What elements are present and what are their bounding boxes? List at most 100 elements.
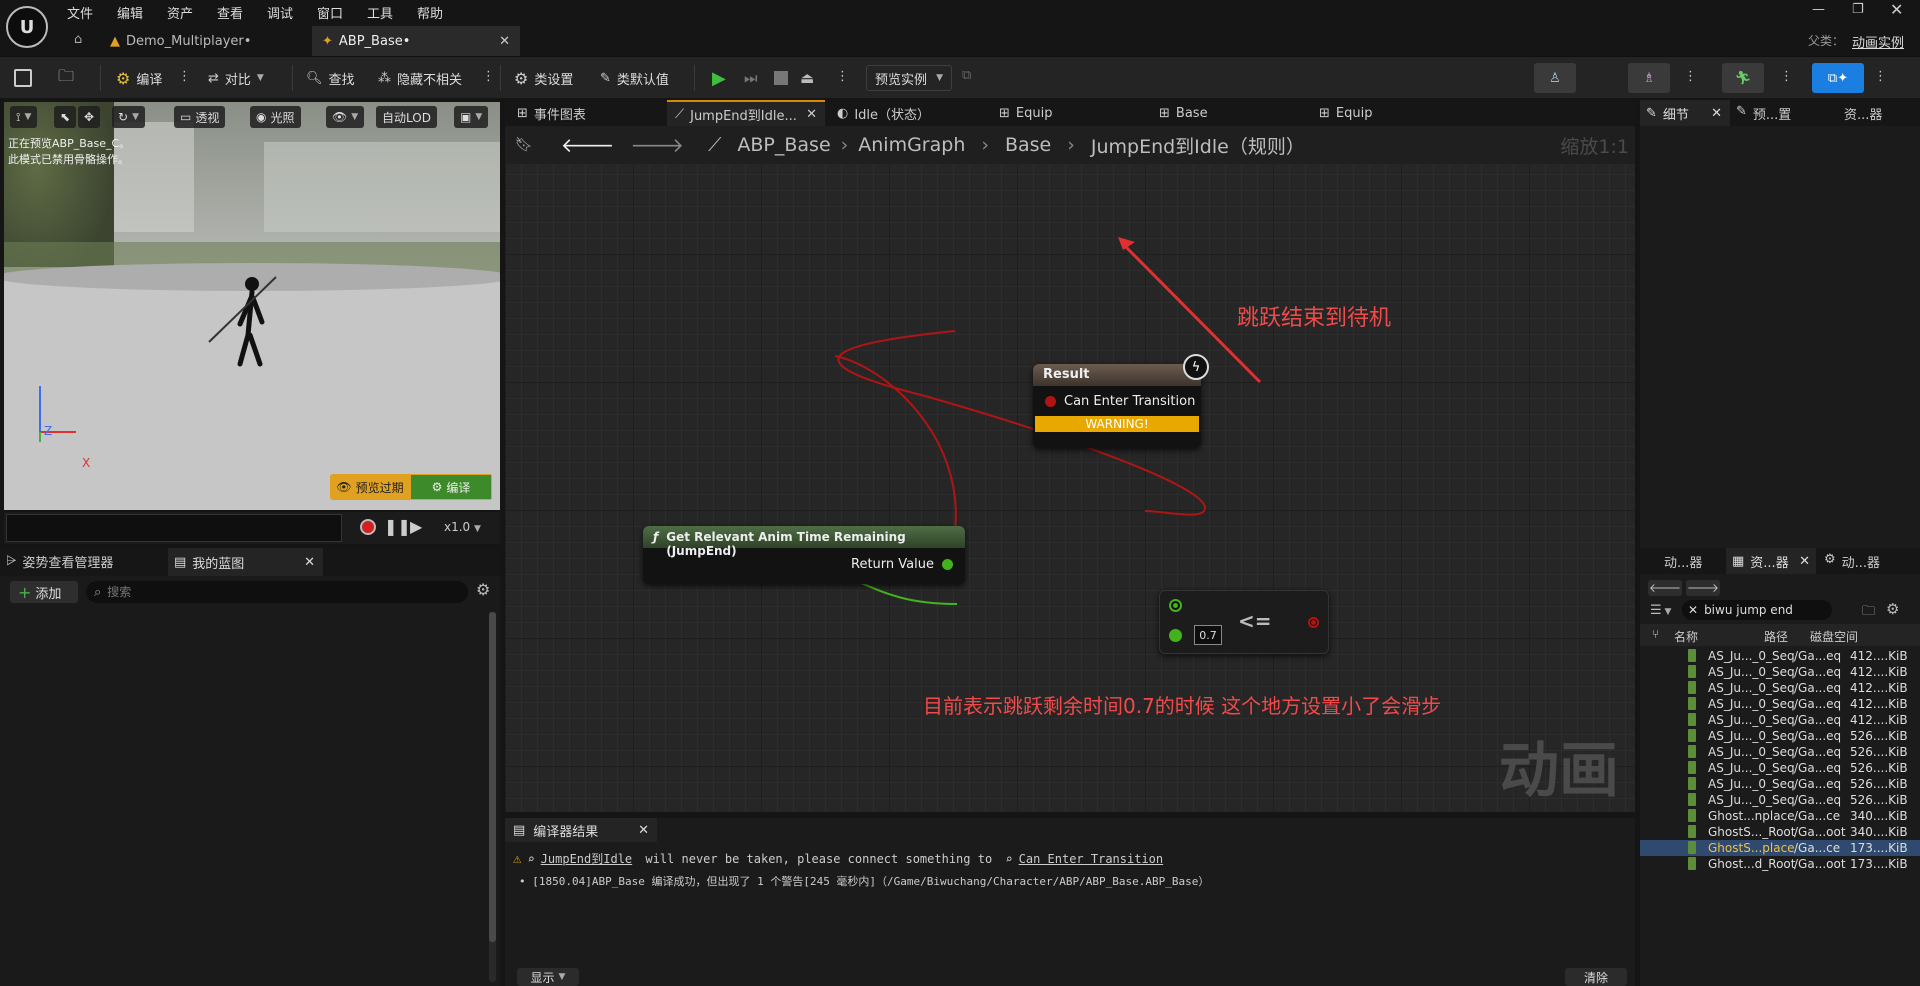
save-button[interactable] <box>14 63 32 93</box>
rotate-mode-button[interactable]: ↻ ▼ <box>112 106 145 128</box>
show-dropdown[interactable]: 显示 ▼ <box>517 968 579 986</box>
asset-row[interactable]: AS_Ju..._0_Seq /Ga...eq 412....KiB <box>1640 648 1920 664</box>
asset-row[interactable]: AS_Ju..._0_Seq /Ga...eq 412....KiB <box>1640 664 1920 680</box>
compare-value-field[interactable] <box>1194 625 1222 645</box>
tab-details[interactable]: ✎ 细节 ✕ <box>1640 100 1730 126</box>
stop-button[interactable] <box>774 63 788 93</box>
folder-icon[interactable]: 🗀 <box>1862 602 1875 624</box>
close-window-button[interactable]: ✕ <box>1890 0 1903 19</box>
unreal-logo-icon[interactable]: U <box>6 6 48 48</box>
tab-anim-panel[interactable]: 动...器 <box>1664 552 1702 571</box>
tab-my-blueprint[interactable]: ▤ 我的蓝图 ✕ <box>168 548 323 576</box>
warning-link-rule[interactable]: JumpEnd到Idle <box>541 850 632 867</box>
tab-asset-browser-top[interactable]: 资...器 <box>1844 104 1882 123</box>
close-icon[interactable]: ✕ <box>304 555 315 570</box>
history-back-button[interactable]: 🡐 <box>1648 580 1682 596</box>
close-icon[interactable]: ✕ <box>1799 554 1810 569</box>
playback-speed-dropdown[interactable]: x1.0 ▼ <box>444 520 481 534</box>
more-options-icon[interactable]: ⋮ <box>482 69 495 84</box>
eject-button[interactable]: ⏏ <box>800 63 814 93</box>
asset-row[interactable]: AS_Ju..._0_Seq /Ga...eq 412....KiB <box>1640 696 1920 712</box>
clear-search-icon[interactable]: ✕ <box>1688 603 1698 617</box>
mesh-mode-button[interactable]: ♗ <box>1628 63 1670 93</box>
browse-button[interactable]: 🗀 <box>58 63 74 93</box>
anim-options-icon[interactable]: ⋮ <box>1780 69 1793 84</box>
hide-unrelated-button[interactable]: ⁂ 隐藏不相关 <box>378 63 462 93</box>
input-pin-a[interactable] <box>1169 599 1182 612</box>
close-icon[interactable]: ✕ <box>1711 106 1722 121</box>
menu-view[interactable]: 查看 <box>217 3 243 22</box>
tab-demo-multiplayer[interactable]: ▲ Demo_Multiplayer• <box>100 26 310 56</box>
compare-node[interactable]: <= <box>1159 590 1329 654</box>
can-enter-transition-pin[interactable]: Can Enter Transition <box>1033 386 1201 416</box>
menu-debug[interactable]: 调试 <box>267 3 293 22</box>
animation-mode-button[interactable]: 🏃︎ <box>1722 63 1764 93</box>
class-defaults-button[interactable]: ✎ 类默认值 <box>600 63 669 93</box>
tab-event-graph[interactable]: ⊞ 事件图表 <box>509 100 594 126</box>
tab-compiler-results[interactable]: ▤ 编译器结果 ✕ <box>505 818 657 842</box>
class-settings-button[interactable]: ⚙ 类设置 <box>514 63 573 93</box>
menu-assets[interactable]: 资产 <box>167 3 193 22</box>
settings-gear-icon[interactable]: ⚙ <box>476 580 490 599</box>
parent-class-link[interactable]: 动画实例 <box>1852 32 1904 51</box>
asset-row[interactable]: AS_Ju..._0_Seq /Ga...eq 412....KiB <box>1640 712 1920 728</box>
play-button[interactable]: ▶ <box>712 63 726 93</box>
perspective-button[interactable]: ▭ 透视 <box>174 106 226 128</box>
close-icon[interactable]: ✕ <box>499 34 510 49</box>
tree-scrollbar[interactable] <box>489 612 496 982</box>
settings-gear-icon[interactable]: ⚙ <box>1886 600 1899 618</box>
asset-row[interactable]: AS_Ju..._0_Seq /Ga...eq 526....KiB <box>1640 744 1920 760</box>
asset-search[interactable]: ✕ <box>1682 600 1832 620</box>
tab-preview-settings[interactable]: ✎ 预...置 <box>1736 104 1791 123</box>
asset-row[interactable]: AS_Ju..._0_Seq /Ga...eq 412....KiB <box>1640 680 1920 696</box>
find-button[interactable]: 🔍︎ 查找 <box>306 63 355 93</box>
close-icon[interactable]: ✕ <box>806 107 817 122</box>
debug-filter-icon[interactable]: ⧉ <box>962 68 971 83</box>
tab-equip[interactable]: ⊞ Equip <box>991 100 1060 126</box>
menu-help[interactable]: 帮助 <box>417 3 443 22</box>
screen-button[interactable]: ▣ ▼ <box>454 106 489 128</box>
history-forward-button[interactable]: 🡒 <box>1686 580 1720 596</box>
record-button[interactable] <box>360 519 376 535</box>
asset-row[interactable]: AS_Ju..._0_Seq /Ga...eq 526....KiB <box>1640 776 1920 792</box>
column-path[interactable]: 路径 <box>1764 628 1788 645</box>
close-icon[interactable]: ✕ <box>638 823 649 838</box>
minimize-button[interactable]: — <box>1812 2 1825 17</box>
compile-button[interactable]: ⚙ 编译 <box>116 63 162 93</box>
skeleton-mode-button[interactable]: ♙ <box>1534 63 1576 93</box>
asset-row[interactable]: GhostS...place /Ga...ce 173....KiB <box>1640 840 1920 856</box>
menu-window[interactable]: 窗口 <box>317 3 343 22</box>
tab-abp-base[interactable]: ✦ ABP_Base• ✕ <box>312 26 520 56</box>
select-mode-button[interactable]: ⬉ <box>54 106 77 128</box>
compile-options-icon[interactable]: ⋮ <box>178 69 191 84</box>
tab-anim-panel-2[interactable]: ⚙ 动...器 <box>1824 552 1880 571</box>
tab-asset-browser[interactable]: ▦ 资...器 ✕ <box>1726 548 1816 574</box>
asset-row[interactable]: AS_Ju..._0_Seq /Ga...eq 526....KiB <box>1640 728 1920 744</box>
graph-canvas[interactable]: 🔖︎ 🡐 🡒 ⟋ ABP_Base › AnimGraph › Base › J… <box>505 126 1635 812</box>
diff-button[interactable]: ⇄ 对比 ▼ <box>208 63 264 93</box>
menu-edit[interactable]: 编辑 <box>117 3 143 22</box>
blueprint-search[interactable]: ⌕ <box>86 581 468 603</box>
clear-button[interactable]: 清除 <box>1565 968 1627 986</box>
preview-instance-dropdown[interactable]: 预览实例 ▼ <box>866 65 952 91</box>
asset-row[interactable]: Ghost...d_Root /Ga...oot 173....KiB <box>1640 856 1920 872</box>
auto-lod-button[interactable]: 自动LOD <box>376 106 437 128</box>
tab-idle-state[interactable]: ◐ Idle（状态） <box>829 100 938 126</box>
blueprint-mode-button[interactable]: ⧉✦ <box>1812 63 1864 93</box>
tab-equip-2[interactable]: ⊞ Equip <box>1311 100 1380 126</box>
tab-pose-watch[interactable]: ⩥ 姿势查看管理器 <box>6 552 113 571</box>
play-forward-button[interactable]: ▶ <box>410 517 422 536</box>
home-icon[interactable]: ⌂ <box>74 32 82 47</box>
search-input[interactable] <box>107 585 438 599</box>
preview-viewport[interactable]: ▼图表⊕▸⊞EventGraph▼动画图表▾🏃︎AnimGraph▾⊞Base◐… <box>4 102 500 510</box>
mesh-options-icon[interactable]: ⋮ <box>1684 69 1697 84</box>
step-button[interactable]: ⏭ <box>744 63 758 93</box>
get-relevant-anim-time-node[interactable]: ƒ Get Relevant Anim Time Remaining (JumpE… <box>643 526 965 584</box>
lit-button[interactable]: ◉ 光照 <box>250 106 301 128</box>
asset-row[interactable]: AS_Ju..._0_Seq /Ga...eq 526....KiB <box>1640 760 1920 776</box>
asset-row[interactable]: GhostS..._Root /Ga...oot 340....KiB <box>1640 824 1920 840</box>
result-node[interactable]: Result Can Enter Transition WARNING! <box>1033 364 1201 448</box>
restore-button[interactable]: ❐ <box>1852 2 1864 17</box>
tab-base[interactable]: ⊞ Base <box>1151 100 1216 126</box>
asset-row[interactable]: AS_Ju..._0_Seq /Ga...eq 526....KiB <box>1640 792 1920 808</box>
